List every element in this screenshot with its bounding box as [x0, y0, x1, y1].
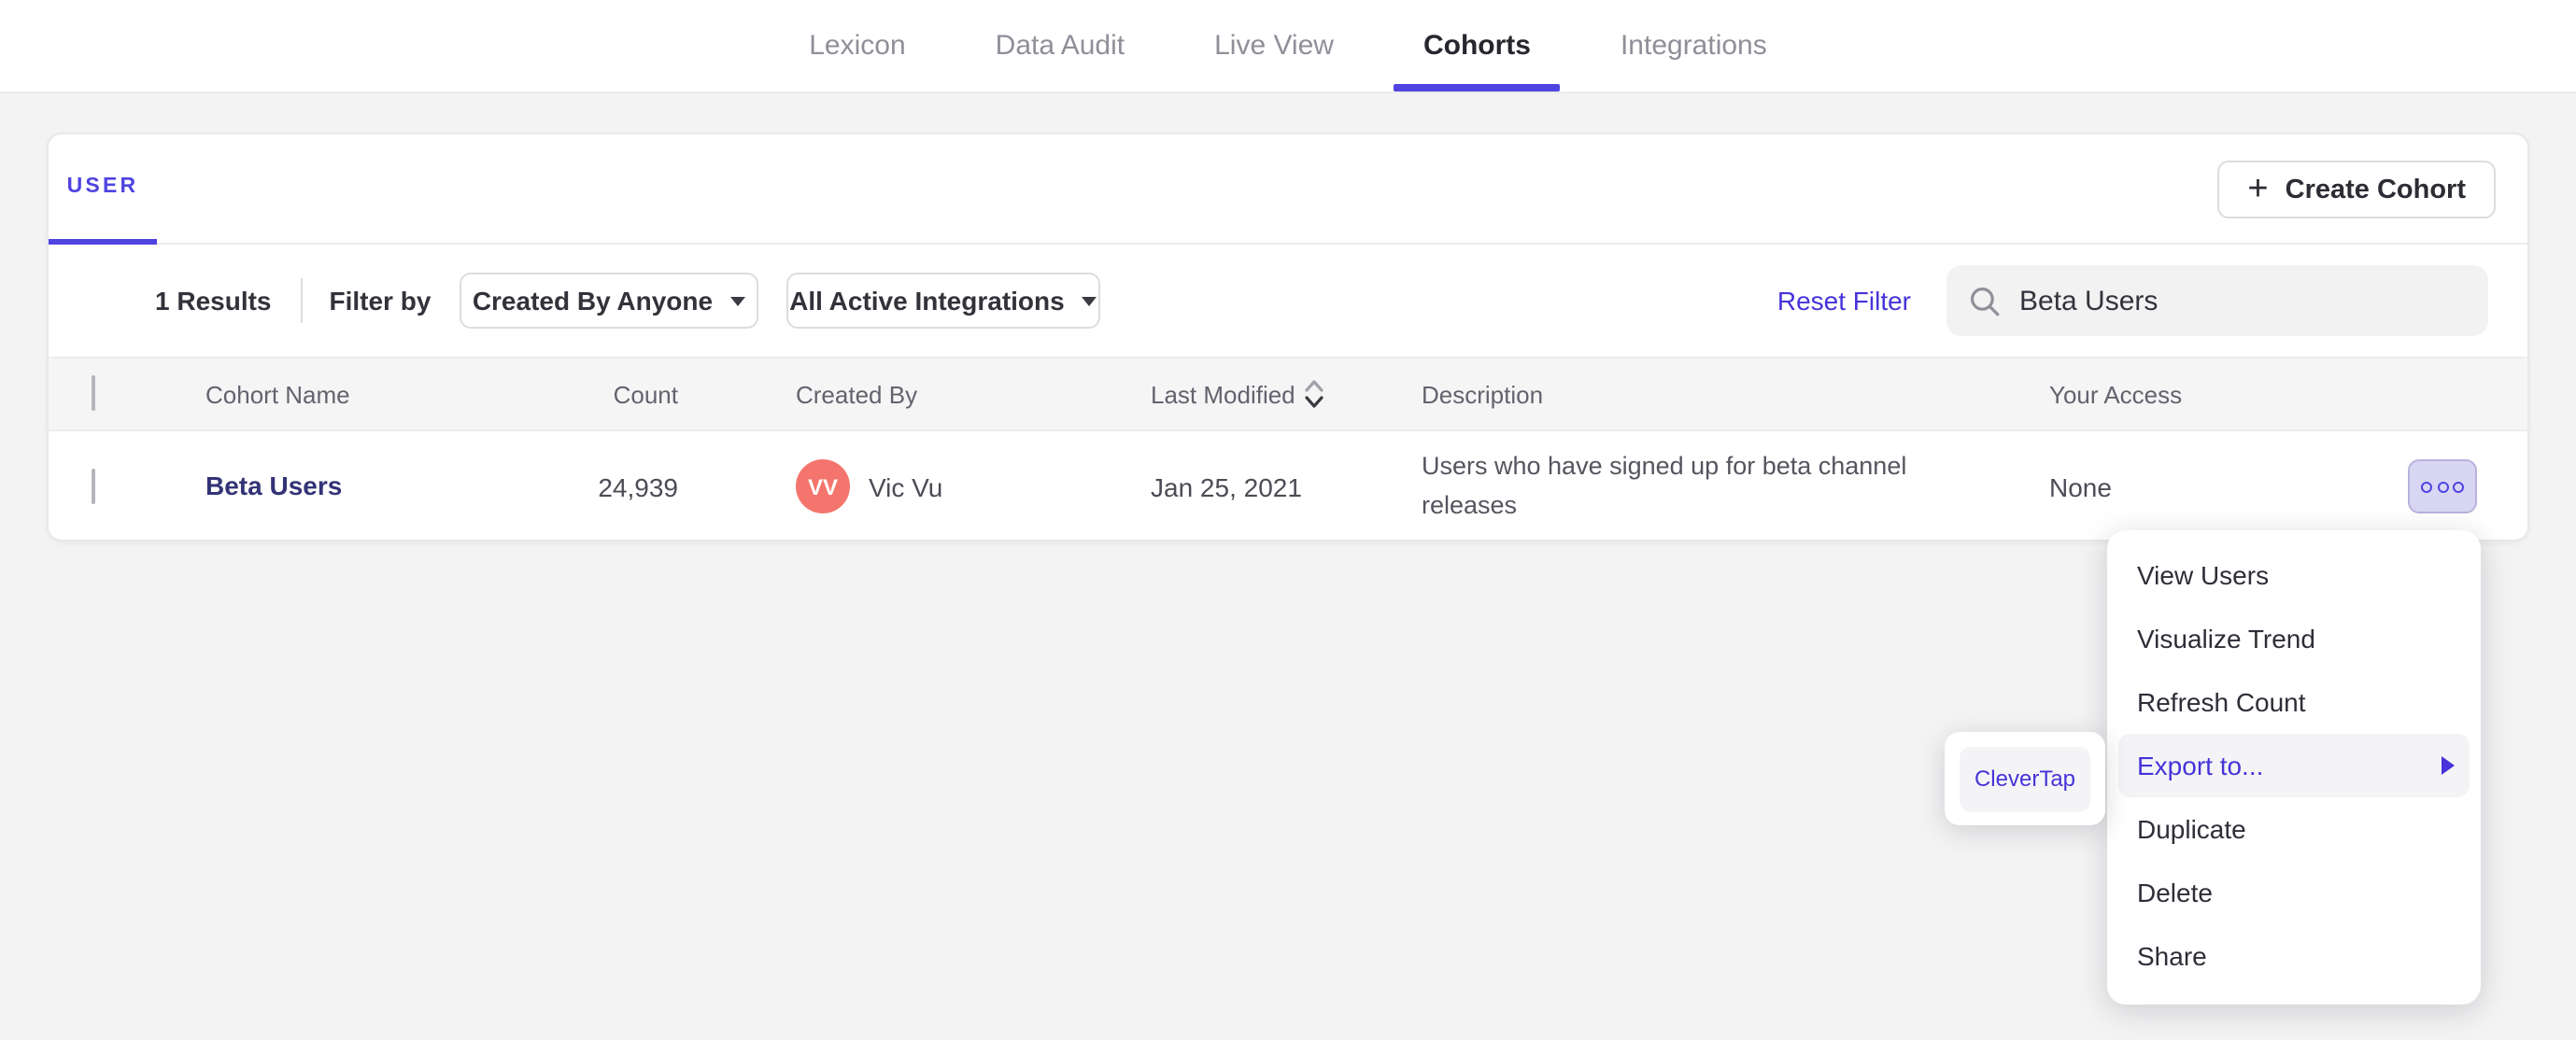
- plus-icon: +: [2247, 170, 2269, 209]
- ellipsis-icon: [2437, 481, 2448, 492]
- cohort-name-link[interactable]: Beta Users: [205, 470, 342, 499]
- caret-down-icon: [729, 296, 745, 305]
- header-created-by: Created By: [796, 380, 918, 408]
- reset-filter-link[interactable]: Reset Filter: [1777, 286, 1911, 316]
- create-cohort-button[interactable]: + Create Cohort: [2217, 161, 2496, 218]
- integrations-dropdown-value: All Active Integrations: [789, 286, 1065, 316]
- filter-by-label: Filter by: [329, 286, 432, 316]
- menu-item-export-to-label: Export to...: [2137, 751, 2264, 780]
- more-actions-button[interactable]: [2408, 459, 2477, 513]
- tab-live-view[interactable]: Live View: [1169, 0, 1379, 91]
- created-by-dropdown[interactable]: Created By Anyone: [459, 273, 758, 329]
- menu-item-export-to[interactable]: Export to...: [2118, 734, 2470, 797]
- row-checkbox[interactable]: [92, 468, 95, 503]
- vertical-divider: [301, 278, 304, 323]
- select-all-checkbox[interactable]: [92, 375, 95, 411]
- menu-item-delete[interactable]: Delete: [2107, 861, 2481, 924]
- top-nav: Lexicon Data Audit Live View Cohorts Int…: [0, 0, 2576, 93]
- cohort-count: 24,939: [598, 471, 678, 501]
- search-icon: [1970, 286, 2000, 316]
- tab-lexicon[interactable]: Lexicon: [764, 0, 950, 91]
- menu-item-duplicate[interactable]: Duplicate: [2107, 797, 2481, 861]
- search-input[interactable]: [2019, 285, 2466, 316]
- table-row: Beta Users 24,939 VV Vic Vu Jan 25, 2021…: [49, 431, 2527, 541]
- results-count: 1 Results: [155, 286, 272, 316]
- last-modified-value: Jan 25, 2021: [1151, 471, 1302, 501]
- header-count: Count: [613, 380, 678, 408]
- header-last-modified[interactable]: Last Modified: [1151, 379, 1325, 409]
- context-menu: View Users Visualize Trend Refresh Count…: [2107, 530, 2481, 1005]
- cohort-description: Users who have signed up for beta channe…: [1422, 452, 1907, 519]
- caret-down-icon: [1081, 296, 1097, 305]
- menu-item-visualize-trend[interactable]: Visualize Trend: [2107, 607, 2481, 670]
- created-by-dropdown-value: Created By Anyone: [472, 286, 714, 316]
- header-last-modified-label: Last Modified: [1151, 380, 1295, 408]
- table-header: Cohort Name Count Created By Last Modifi…: [49, 357, 2527, 431]
- ellipsis-icon: [2421, 481, 2432, 492]
- filter-bar: 1 Results Filter by Created By Anyone Al…: [49, 245, 2527, 357]
- menu-item-refresh-count[interactable]: Refresh Count: [2107, 670, 2481, 734]
- nav-tabs: Lexicon Data Audit Live View Cohorts Int…: [764, 0, 1812, 91]
- tab-cohorts[interactable]: Cohorts: [1379, 0, 1576, 91]
- search-box[interactable]: [1946, 265, 2488, 336]
- tab-integrations[interactable]: Integrations: [1576, 0, 1812, 91]
- your-access-value: None: [2049, 471, 2112, 501]
- integrations-dropdown[interactable]: All Active Integrations: [786, 273, 1100, 329]
- sort-icon: [1306, 380, 1324, 408]
- submenu-item-clevertap[interactable]: CleverTap: [1960, 746, 2090, 811]
- avatar: VV: [796, 459, 850, 513]
- menu-item-view-users[interactable]: View Users: [2107, 543, 2481, 607]
- header-description: Description: [1422, 380, 1544, 408]
- menu-item-share[interactable]: Share: [2107, 924, 2481, 988]
- ellipsis-icon: [2453, 481, 2464, 492]
- card-header: USER + Create Cohort: [49, 134, 2527, 245]
- tab-user[interactable]: USER: [49, 134, 157, 245]
- cohorts-page: Lexicon Data Audit Live View Cohorts Int…: [0, 0, 2576, 1040]
- export-submenu: CleverTap: [1945, 732, 2105, 825]
- tab-data-audit[interactable]: Data Audit: [951, 0, 1169, 91]
- create-cohort-label: Create Cohort: [2285, 175, 2466, 204]
- submenu-arrow-icon: [2442, 756, 2455, 775]
- header-cohort-name: Cohort Name: [205, 380, 350, 408]
- cohorts-card: USER + Create Cohort 1 Results Filter by…: [47, 133, 2529, 541]
- header-your-access: Your Access: [2049, 380, 2183, 408]
- created-by-name: Vic Vu: [869, 471, 943, 501]
